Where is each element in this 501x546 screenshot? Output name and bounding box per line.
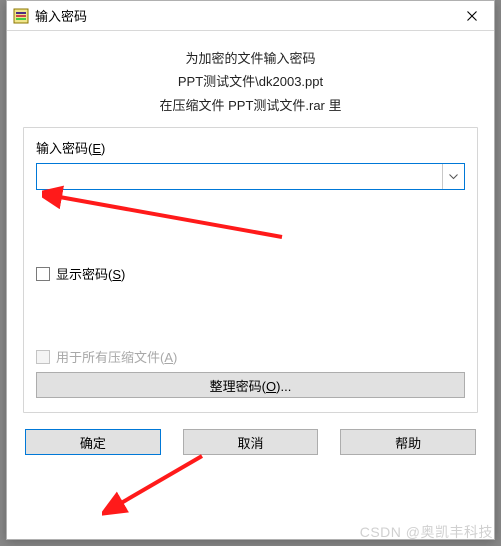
chevron-down-icon: [449, 174, 458, 180]
app-icon: [13, 8, 29, 24]
info-line2: PPT测试文件\dk2003.ppt: [23, 70, 478, 93]
password-label: 输入密码(E): [36, 138, 465, 157]
dialog-button-row: 确定 取消 帮助: [23, 427, 478, 455]
group-box: 输入密码(E) 显示密码(S): [23, 127, 478, 413]
organize-passwords-button[interactable]: 整理密码(O)...: [36, 372, 465, 398]
info-line1: 为加密的文件输入密码: [23, 47, 478, 70]
cancel-button[interactable]: 取消: [183, 429, 319, 455]
apply-all-label: 用于所有压缩文件(A): [56, 347, 177, 366]
show-password-checkbox[interactable]: [36, 267, 50, 281]
apply-all-checkbox: [36, 350, 50, 364]
password-dropdown-button[interactable]: [442, 164, 464, 189]
close-icon: [467, 11, 477, 21]
close-button[interactable]: [450, 1, 494, 31]
password-combo[interactable]: [36, 163, 465, 190]
info-line3: 在压缩文件 PPT测试文件.rar 里: [23, 94, 478, 117]
apply-all-row: 用于所有压缩文件(A): [36, 347, 465, 366]
info-block: 为加密的文件输入密码 PPT测试文件\dk2003.ppt 在压缩文件 PPT测…: [23, 47, 478, 117]
help-button[interactable]: 帮助: [340, 429, 476, 455]
password-input[interactable]: [37, 164, 442, 189]
dialog-content: 为加密的文件输入密码 PPT测试文件\dk2003.ppt 在压缩文件 PPT测…: [7, 31, 494, 469]
titlebar: 输入密码: [7, 1, 494, 31]
window-title: 输入密码: [35, 6, 87, 25]
ok-button[interactable]: 确定: [25, 429, 161, 455]
password-dialog: 输入密码 为加密的文件输入密码 PPT测试文件\dk2003.ppt 在压缩文件…: [6, 0, 495, 540]
show-password-row[interactable]: 显示密码(S): [36, 264, 465, 283]
show-password-label: 显示密码(S): [56, 264, 125, 283]
